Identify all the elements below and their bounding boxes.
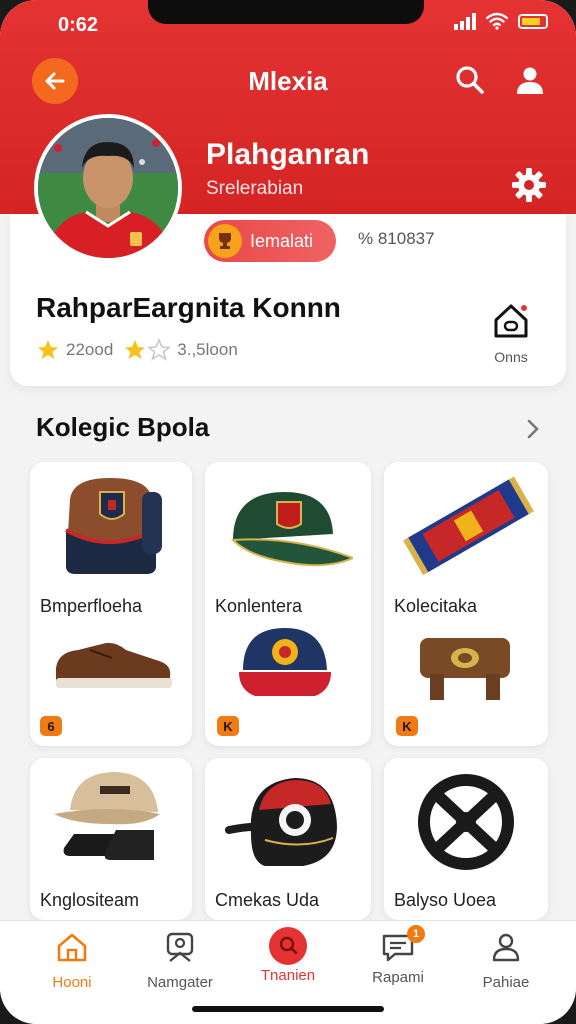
profile-subtitle: Srelerabian [206, 178, 304, 199]
avatar[interactable] [34, 114, 182, 262]
collection-item-2[interactable]: Konlentera K [205, 462, 371, 746]
cap-image [230, 492, 353, 567]
nav-label-training: Tnanien [260, 967, 316, 984]
star-icon [125, 340, 146, 359]
nav-label-home: Hooni [52, 974, 92, 991]
nav-tab-navigator[interactable]: Namgater [130, 931, 230, 991]
nav-tab-training[interactable]: Tnanien [238, 927, 338, 984]
section-title: Kolegic Bpola [36, 412, 210, 442]
settings-button[interactable] [510, 166, 548, 204]
profile-name: Plahganran [206, 138, 370, 171]
collection-item-label: Cmekas Uda [215, 890, 320, 910]
collection-item-label: Kolecitaka [394, 596, 478, 616]
status-pill[interactable]: Iemalati [204, 220, 336, 262]
backpack-image [65, 478, 162, 574]
wifi-icon [486, 12, 508, 30]
collection-item-label: Bmperfloeha [40, 596, 143, 616]
helmet-image [225, 778, 337, 866]
rating-1-text: 22ood [66, 340, 114, 359]
guard-image [418, 774, 514, 870]
status-icons [454, 12, 548, 30]
collection-item-5[interactable]: Cmekas Uda [205, 758, 371, 920]
trophy-icon [208, 224, 242, 258]
user-icon [517, 67, 543, 94]
nav-tab-home[interactable]: Hooni [22, 931, 122, 991]
phone-screen: 0:62 Mlexia Plahganran Srelerabian Iemal… [0, 0, 576, 1024]
collection-item-6[interactable]: Balyso Uoea [384, 758, 548, 920]
nav-tab-messages[interactable]: 1 Rapami [348, 925, 448, 986]
nav-label-navigator: Namgater [147, 974, 213, 991]
nav-label-messages: Rapami [372, 969, 424, 986]
notification-badge: 1 [407, 925, 425, 943]
rating-row: 22ood 3.,5loon [36, 338, 238, 362]
search-button[interactable] [452, 62, 488, 98]
nav-tab-profile[interactable]: Pahiae [456, 931, 556, 991]
pill-code: % 810837 [358, 229, 435, 248]
cap-boots-image [54, 772, 160, 860]
search-icon [456, 66, 484, 94]
camera-notch [148, 0, 424, 24]
star-icon [38, 340, 58, 359]
nav-profile-icon [492, 933, 520, 962]
belt-image [420, 638, 510, 700]
app-title: Mlexia [248, 66, 328, 96]
chevron-right-icon[interactable] [522, 416, 544, 442]
account-button[interactable] [512, 62, 548, 98]
home-shortcut-label: Onns [494, 349, 528, 365]
signal-icon [454, 12, 476, 30]
item-badge: 6 [40, 716, 62, 736]
item-badge: K [396, 716, 418, 736]
nav-home-icon [57, 933, 87, 962]
player-photo [38, 118, 178, 258]
collection-item-label: Balyso Uoea [394, 890, 497, 910]
home-icon [494, 304, 528, 338]
card-title: RahparEargnita Konnn [36, 292, 341, 323]
battery-icon [518, 13, 548, 29]
nav-training-icon [269, 927, 307, 965]
cap-image [239, 628, 331, 696]
nav-navigator-icon [166, 932, 194, 962]
collection-item-4[interactable]: Knglositeam [30, 758, 192, 920]
nav-label-profile: Pahiae [482, 974, 530, 991]
item-badge: K [217, 716, 239, 736]
rating-2-text: 3.,5loon [177, 340, 238, 359]
status-time: 0:62 [58, 14, 99, 36]
collection-item-label: Knglositeam [40, 890, 140, 910]
collection-item-label: Konlentera [215, 596, 303, 616]
scarf-image [403, 476, 534, 576]
star-outline-icon [147, 338, 172, 361]
home-shortcut[interactable]: Onns [486, 302, 536, 365]
collection-item-1[interactable]: Bmperfloeha 6 [30, 462, 192, 746]
gear-icon [512, 168, 546, 202]
shoe-image [56, 642, 172, 688]
home-indicator [192, 1006, 384, 1012]
pill-label: Iemalati [250, 230, 314, 251]
collection-item-3[interactable]: Kolecitaka K [384, 462, 548, 746]
